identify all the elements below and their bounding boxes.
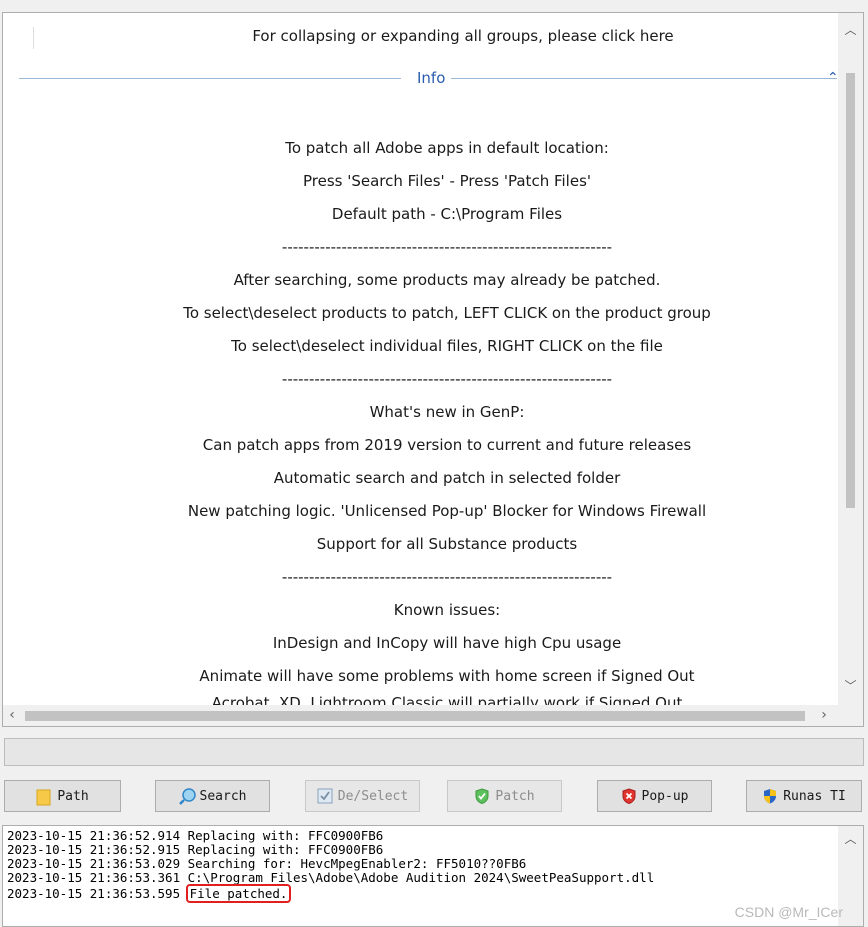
shield-check-icon: [474, 788, 490, 805]
runas-ti-button-label: Runas TI: [783, 788, 846, 804]
info-line: Default path - C:\Program Files: [331, 205, 563, 223]
log-timestamp: 2023-10-15 21:36:53.595: [7, 886, 181, 901]
log-message-highlighted: File patched.: [185, 884, 292, 903]
info-group-label: Info: [415, 67, 448, 89]
info-line: Acrobat, XD, Lightroom Classic will part…: [211, 694, 683, 705]
log-timestamp: 2023-10-15 21:36:53.361: [7, 870, 181, 885]
info-group-header[interactable]: Info: [19, 67, 837, 89]
log-message: C:\Program Files\Adobe\Adobe Audition 20…: [187, 870, 655, 885]
log-message: Searching for: HevcMpegEnabler2: FF5010?…: [187, 856, 527, 871]
info-line: Can patch apps from 2019 version to curr…: [202, 436, 692, 454]
info-separator: ----------------------------------------…: [281, 238, 613, 256]
scroll-up-arrow-icon[interactable]: ︿: [838, 830, 863, 847]
info-line: Support for all Substance products: [316, 535, 578, 553]
scrollbar-thumb[interactable]: [846, 73, 855, 508]
search-button-label: Search: [199, 788, 247, 804]
info-line: To patch all Adobe apps in default locat…: [285, 139, 609, 157]
patch-button[interactable]: Patch: [447, 780, 562, 812]
log-line: 2023-10-15 21:36:52.915 Replacing with: …: [7, 843, 383, 857]
shield-x-icon: [621, 788, 637, 805]
scrollbar-corner: [838, 705, 863, 726]
info-line: Press 'Search Files' - Press 'Patch File…: [302, 172, 592, 190]
folder-icon: [36, 788, 52, 806]
info-line: What's new in GenP:: [369, 403, 525, 421]
info-separator: ----------------------------------------…: [281, 370, 613, 388]
popup-button-label: Pop-up: [641, 788, 689, 804]
scroll-down-arrow-icon[interactable]: ﹀: [838, 677, 863, 695]
watermark-text: CSDN @Mr_ICer: [734, 904, 843, 920]
scroll-right-arrow-icon[interactable]: ›: [815, 705, 833, 726]
patch-button-label: Patch: [495, 788, 535, 804]
info-line: Animate will have some problems with hom…: [199, 667, 695, 685]
collapse-hint-label: For collapsing or expanding all groups, …: [252, 27, 674, 45]
deselect-button-label: De/Select: [337, 788, 409, 804]
log-line: 2023-10-15 21:36:53.595 File patched.: [7, 884, 292, 903]
vertical-scrollbar[interactable]: ︿ ﹀: [838, 13, 863, 705]
scrollbar-thumb[interactable]: [25, 711, 805, 721]
search-icon: [178, 788, 196, 805]
divider: [33, 27, 34, 49]
info-line: New patching logic. 'Unlicensed Pop-up' …: [187, 502, 707, 520]
horizontal-scrollbar[interactable]: ‹ ›: [3, 705, 839, 726]
uac-shield-icon: [762, 788, 778, 804]
log-line: 2023-10-15 21:36:52.914 Replacing with: …: [7, 829, 383, 843]
scroll-left-arrow-icon[interactable]: ‹: [3, 705, 21, 726]
path-button[interactable]: Path: [4, 780, 121, 812]
info-list-panel[interactable]: For collapsing or expanding all groups, …: [2, 12, 864, 727]
info-separator: ----------------------------------------…: [281, 568, 613, 586]
runas-ti-button[interactable]: Runas TI: [746, 780, 862, 812]
divider: [451, 78, 837, 79]
log-timestamp: 2023-10-15 21:36:52.915: [7, 842, 181, 857]
progress-bar: [4, 738, 864, 766]
info-line: Known issues:: [393, 601, 501, 619]
info-line: InDesign and InCopy will have high Cpu u…: [272, 634, 622, 652]
popup-button[interactable]: Pop-up: [597, 780, 712, 812]
info-line: Automatic search and patch in selected f…: [273, 469, 621, 487]
log-message: Replacing with: FFC0900FB6: [187, 828, 384, 843]
log-panel[interactable]: 2023-10-15 21:36:52.914 Replacing with: …: [2, 825, 864, 927]
checkbox-icon: [317, 788, 333, 804]
search-button[interactable]: Search: [155, 780, 270, 812]
info-line: After searching, some products may alrea…: [233, 271, 661, 289]
info-content: For collapsing or expanding all groups, …: [3, 13, 839, 705]
scroll-up-arrow-icon[interactable]: ︿: [838, 21, 863, 39]
collapse-expand-all-link[interactable]: For collapsing or expanding all groups, …: [33, 23, 839, 49]
log-message: Replacing with: FFC0900FB6: [187, 842, 384, 857]
path-button-label: Path: [57, 788, 89, 804]
log-timestamp: 2023-10-15 21:36:53.029: [7, 856, 181, 871]
divider: [19, 78, 401, 79]
log-line: 2023-10-15 21:36:53.029 Searching for: H…: [7, 857, 526, 871]
info-line: To select\deselect products to patch, LE…: [183, 304, 711, 322]
log-line: 2023-10-15 21:36:53.361 C:\Program Files…: [7, 871, 654, 885]
info-line: To select\deselect individual files, RIG…: [231, 337, 663, 355]
log-timestamp: 2023-10-15 21:36:52.914: [7, 828, 181, 843]
deselect-button[interactable]: De/Select: [305, 780, 420, 812]
